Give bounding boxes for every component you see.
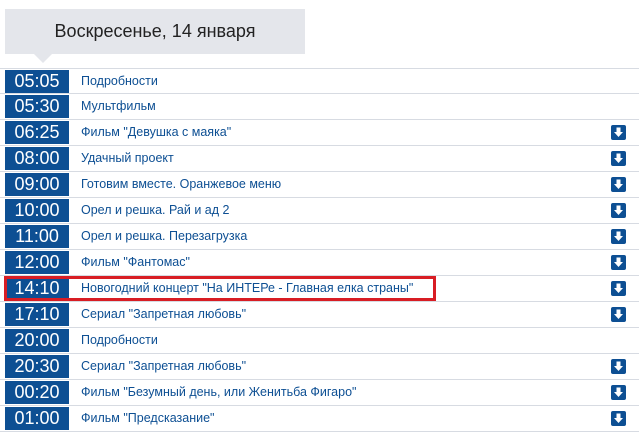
schedule-row: 14:10 Новогодний концерт "На ИНТЕРе - Гла…	[0, 276, 639, 302]
program-time: 05:05	[5, 70, 69, 93]
schedule-row: 20:30 Сериал "Запретная любовь"	[0, 354, 639, 380]
schedule-row: 20:00 Подробности	[0, 328, 639, 354]
schedule-row: 05:30 Мультфильм	[0, 94, 639, 120]
program-title-link[interactable]: Фильм "Безумный день, или Женитьба Фигар…	[81, 380, 356, 405]
day-header-label: Воскресенье, 14 января	[54, 21, 256, 41]
schedule-row: 05:05 Подробности	[0, 68, 639, 94]
program-time: 20:30	[5, 355, 69, 378]
expand-details-button[interactable]	[611, 359, 626, 374]
program-title-link[interactable]: Подробности	[81, 328, 158, 353]
expand-details-button[interactable]	[611, 281, 626, 296]
program-title-link[interactable]: Новогодний концерт "На ИНТЕРе - Главная …	[81, 276, 413, 301]
schedule-row: 10:00 Орел и решка. Рай и ад 2	[0, 198, 639, 224]
arrow-down-icon	[614, 387, 623, 397]
expand-details-button[interactable]	[611, 255, 626, 270]
arrow-down-icon	[614, 153, 623, 163]
program-title-link[interactable]: Готовим вместе. Оранжевое меню	[81, 172, 281, 197]
program-time: 14:10	[5, 277, 69, 300]
program-time: 06:25	[5, 121, 69, 144]
program-time: 17:10	[5, 303, 69, 326]
arrow-down-icon	[614, 257, 623, 267]
program-title-link[interactable]: Фильм "Фантомас"	[81, 250, 190, 275]
program-time: 12:00	[5, 251, 69, 274]
schedule-list: 05:05 Подробности 05:30 Мультфильм 06:25 Филь…	[0, 68, 639, 432]
schedule-row: 06:25 Фильм "Девушка с маяка"	[0, 120, 639, 146]
schedule-row: 11:00 Орел и решка. Перезагрузка	[0, 224, 639, 250]
schedule-row: 01:00 Фильм "Предсказание"	[0, 406, 639, 432]
program-title-link[interactable]: Сериал "Запретная любовь"	[81, 302, 246, 327]
arrow-down-icon	[614, 309, 623, 319]
arrow-down-icon	[614, 231, 623, 241]
program-time: 10:00	[5, 199, 69, 222]
program-time: 20:00	[5, 329, 69, 352]
arrow-down-icon	[614, 179, 623, 189]
day-header-pointer	[34, 54, 52, 63]
arrow-down-icon	[614, 127, 623, 137]
program-title-link[interactable]: Орел и решка. Рай и ад 2	[81, 198, 229, 223]
program-time: 09:00	[5, 173, 69, 196]
schedule-row: 08:00 Удачный проект	[0, 146, 639, 172]
program-title-link[interactable]: Орел и решка. Перезагрузка	[81, 224, 247, 249]
schedule-row: 09:00 Готовим вместе. Оранжевое меню	[0, 172, 639, 198]
program-title-link[interactable]: Сериал "Запретная любовь"	[81, 354, 246, 379]
program-time: 05:30	[5, 95, 69, 118]
program-time: 11:00	[5, 225, 69, 248]
program-title-link[interactable]: Удачный проект	[81, 146, 174, 171]
expand-details-button[interactable]	[611, 177, 626, 192]
expand-details-button[interactable]	[611, 229, 626, 244]
program-time: 00:20	[5, 381, 69, 404]
program-time: 01:00	[5, 407, 69, 430]
arrow-down-icon	[614, 413, 623, 423]
expand-details-button[interactable]	[611, 125, 626, 140]
expand-details-button[interactable]	[611, 151, 626, 166]
program-title-link[interactable]: Фильм "Девушка с маяка"	[81, 120, 231, 145]
expand-details-button[interactable]	[611, 203, 626, 218]
schedule-row: 00:20 Фильм "Безумный день, или Женитьба …	[0, 380, 639, 406]
expand-details-button[interactable]	[611, 385, 626, 400]
arrow-down-icon	[614, 283, 623, 293]
schedule-row: 12:00 Фильм "Фантомас"	[0, 250, 639, 276]
program-title-link[interactable]: Подробности	[81, 69, 158, 94]
expand-details-button[interactable]	[611, 307, 626, 322]
program-title-link[interactable]: Фильм "Предсказание"	[81, 406, 214, 431]
program-title-link[interactable]: Мультфильм	[81, 94, 156, 119]
day-header: Воскресенье, 14 января	[5, 9, 305, 54]
expand-details-button[interactable]	[611, 411, 626, 426]
arrow-down-icon	[614, 361, 623, 371]
program-time: 08:00	[5, 147, 69, 170]
schedule-row: 17:10 Сериал "Запретная любовь"	[0, 302, 639, 328]
arrow-down-icon	[614, 205, 623, 215]
